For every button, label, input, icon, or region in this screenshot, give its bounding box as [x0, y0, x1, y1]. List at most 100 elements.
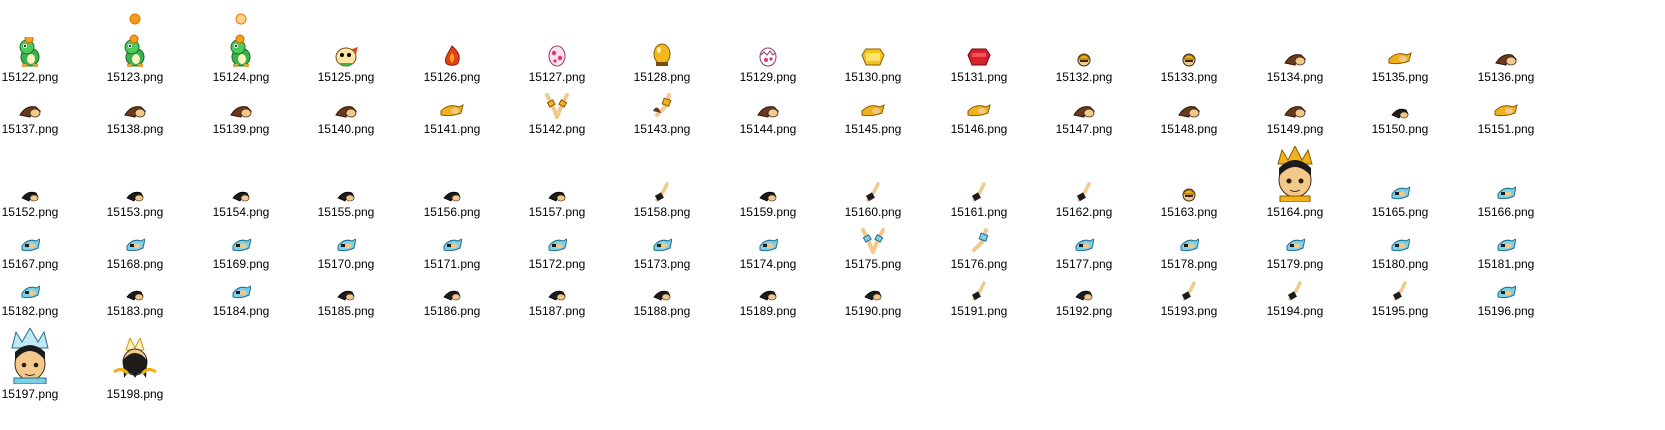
file-item[interactable]: 15178.png — [1159, 0, 1269, 430]
blue-armor-piece-icon — [21, 238, 40, 252]
gold-armor-piece-icon — [861, 104, 885, 117]
file-item[interactable]: 15158.png — [632, 0, 742, 430]
file-name-label: 15186.png — [423, 304, 481, 318]
file-item[interactable]: 15171.png — [422, 0, 532, 430]
file-item[interactable]: 15141.png — [422, 0, 532, 430]
file-item[interactable]: 15135.png — [1370, 0, 1480, 430]
file-name-label: 15151.png — [1477, 122, 1535, 136]
gold-armor-piece-icon — [1494, 104, 1518, 117]
file-item[interactable]: 15126.png — [422, 0, 532, 430]
blue-armor-piece-icon — [126, 238, 145, 252]
dark-hair-sprite-icon — [126, 290, 144, 301]
file-name-label: 15172.png — [528, 257, 586, 271]
file-item[interactable]: 15173.png — [632, 0, 742, 430]
file-item[interactable]: 15194.png — [1265, 0, 1375, 430]
file-item[interactable]: 15144.png — [738, 0, 848, 430]
file-item[interactable]: 15186.png — [422, 0, 532, 430]
brown-hair-sprite-icon — [1073, 106, 1096, 118]
dark-hair-sprite-icon — [443, 290, 461, 301]
file-item[interactable]: 15148.png — [1159, 0, 1269, 430]
file-item[interactable]: 15177.png — [1054, 0, 1164, 430]
file-item[interactable]: 15170.png — [316, 0, 426, 430]
file-item[interactable]: 15156.png — [422, 0, 532, 430]
file-name-label: 15122.png — [1, 70, 59, 84]
file-item[interactable]: 15191.png — [949, 0, 1059, 430]
file-item[interactable]: 15193.png — [1159, 0, 1269, 430]
file-item[interactable]: 15132.png — [1054, 0, 1164, 430]
file-item[interactable]: 15174.png — [738, 0, 848, 430]
file-name-label: 15156.png — [423, 205, 481, 219]
file-item[interactable]: 15196.png — [1476, 0, 1586, 430]
dark-hair-sprite-icon — [759, 191, 777, 202]
file-item[interactable]: 15125.png — [316, 0, 426, 430]
file-item[interactable]: 15189.png — [738, 0, 848, 430]
file-item[interactable]: 15133.png — [1159, 0, 1269, 430]
blue-armor-piece-icon — [1497, 238, 1516, 252]
blue-arms-raised-icon — [861, 228, 885, 254]
file-name-label: 15160.png — [844, 205, 902, 219]
file-item[interactable]: 15185.png — [316, 0, 426, 430]
file-item[interactable]: 15136.png — [1476, 0, 1586, 430]
file-item[interactable]: 15175.png — [843, 0, 953, 430]
file-item[interactable]: 15157.png — [527, 0, 637, 430]
file-item[interactable]: 15190.png — [843, 0, 953, 430]
file-item[interactable]: 15145.png — [843, 0, 953, 430]
file-item[interactable]: 15124.png — [211, 0, 321, 430]
file-item[interactable]: 15163.png — [1159, 0, 1269, 430]
file-name-label: 15134.png — [1266, 70, 1324, 84]
file-name-label: 15168.png — [106, 257, 164, 271]
file-name-label: 15144.png — [739, 122, 797, 136]
file-item[interactable]: 15134.png — [1265, 0, 1375, 430]
file-name-label: 15137.png — [1, 122, 59, 136]
file-item[interactable]: 15151.png — [1476, 0, 1586, 430]
file-item[interactable]: 15140.png — [316, 0, 426, 430]
brown-hair-sprite-icon — [1284, 54, 1307, 66]
brown-hair-sprite-icon — [124, 106, 147, 118]
file-name-label: 15130.png — [844, 70, 902, 84]
blue-armor-piece-icon — [232, 285, 251, 299]
file-item[interactable]: 15159.png — [738, 0, 848, 430]
file-name-label: 15129.png — [739, 70, 797, 84]
blue-armor-piece-icon — [21, 285, 40, 299]
file-item[interactable]: 15172.png — [527, 0, 637, 430]
blue-armor-piece-icon — [653, 238, 672, 252]
file-item[interactable]: 15160.png — [843, 0, 953, 430]
blue-armor-piece-icon — [232, 238, 251, 252]
file-item[interactable]: 15143.png — [632, 0, 742, 430]
file-item[interactable]: 15142.png — [527, 0, 637, 430]
file-item[interactable]: 15149.png — [1265, 0, 1375, 430]
blue-armor-piece-icon — [337, 238, 356, 252]
brown-hair-sprite-icon — [19, 106, 42, 118]
file-item[interactable]: 15127.png — [527, 0, 637, 430]
file-item[interactable]: 15164.png — [1265, 0, 1375, 430]
file-item[interactable]: 15131.png — [949, 0, 1059, 430]
gold-warrior-portrait-icon — [1277, 146, 1313, 202]
gold-arm-sprite-icon — [653, 93, 672, 117]
dark-hair-sprite-icon — [548, 290, 566, 301]
file-item[interactable]: 15166.png — [1476, 0, 1586, 430]
gold-gem-icon — [861, 48, 885, 66]
file-name-label: 15131.png — [950, 70, 1008, 84]
file-item[interactable]: 15162.png — [1054, 0, 1164, 430]
file-name-label: 15176.png — [950, 257, 1008, 271]
file-name-label: 15147.png — [1055, 122, 1113, 136]
file-item[interactable]: 15179.png — [1265, 0, 1375, 430]
file-item[interactable]: 15187.png — [527, 0, 637, 430]
file-item[interactable]: 15128.png — [632, 0, 742, 430]
file-item[interactable]: 15146.png — [949, 0, 1059, 430]
file-item[interactable]: 15176.png — [949, 0, 1059, 430]
file-item[interactable]: 15192.png — [1054, 0, 1164, 430]
file-item[interactable]: 15161.png — [949, 0, 1059, 430]
file-item[interactable]: 15155.png — [316, 0, 426, 430]
file-name-label: 15154.png — [212, 205, 270, 219]
blue-armor-piece-icon — [1497, 186, 1516, 200]
blue-armor-piece-icon — [443, 238, 462, 252]
file-item[interactable]: 15181.png — [1476, 0, 1586, 430]
file-name-label: 15125.png — [317, 70, 375, 84]
file-item[interactable]: 15129.png — [738, 0, 848, 430]
blue-armor-piece-icon — [1391, 186, 1410, 200]
file-name-label: 15141.png — [423, 122, 481, 136]
file-item[interactable]: 15188.png — [632, 0, 742, 430]
file-item[interactable]: 15147.png — [1054, 0, 1164, 430]
file-item[interactable]: 15130.png — [843, 0, 953, 430]
